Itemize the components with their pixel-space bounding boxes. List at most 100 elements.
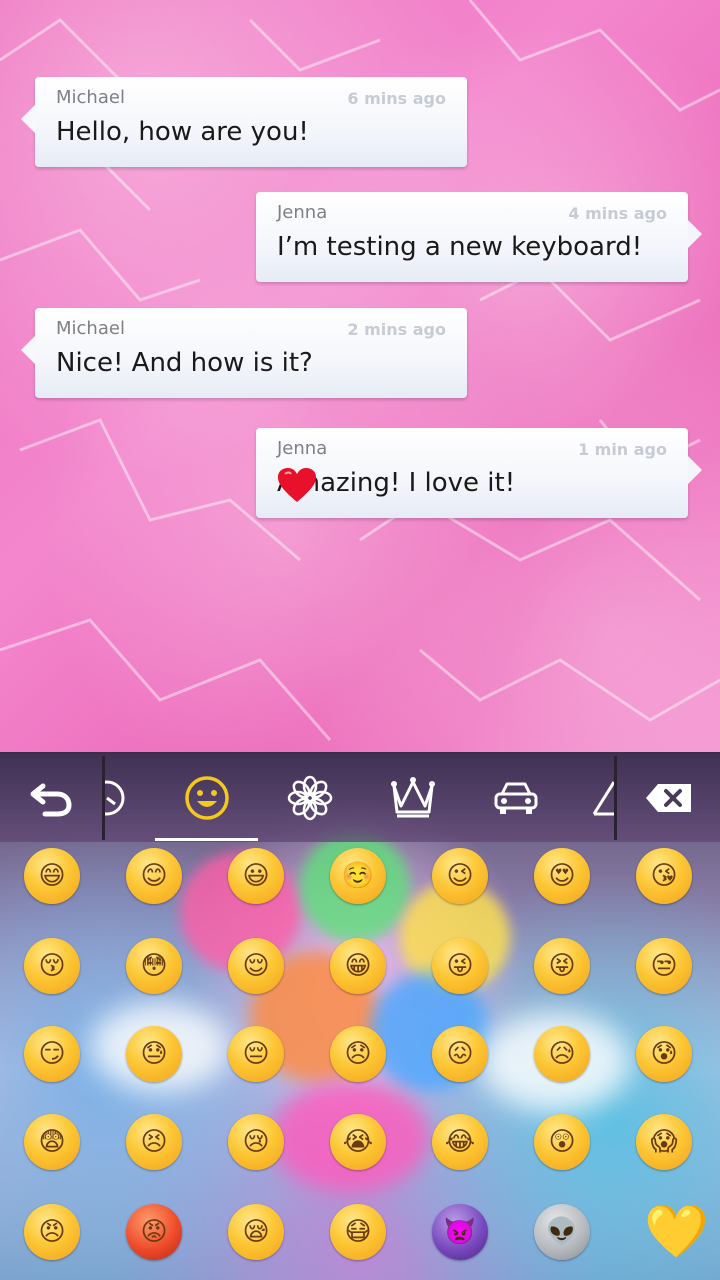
emoji-key[interactable]: 😨 [22, 1112, 82, 1172]
back-button[interactable] [0, 754, 102, 842]
emoji-glyph: 😨 [24, 1114, 80, 1170]
emoji-glyph: 👿 [432, 1204, 488, 1260]
emoji-char: 😝 [548, 951, 576, 981]
emoji-key[interactable]: 😃 [226, 846, 286, 906]
emoji-char: 😡 [140, 1217, 168, 1247]
emoji-char: 😊 [140, 861, 168, 891]
message-bubble[interactable]: Michael 2 mins ago Nice! And how is it? [21, 308, 467, 398]
emoji-char: 😄 [38, 861, 66, 891]
emoji-key[interactable]: 😂 [430, 1112, 490, 1172]
emoji-key[interactable]: 😞 [328, 1024, 388, 1084]
emoji-key[interactable]: 😰 [634, 1024, 694, 1084]
tab-recent[interactable] [105, 754, 127, 842]
emoji-key[interactable]: 😢 [226, 1112, 286, 1172]
emoji-char: 😔 [242, 1039, 270, 1069]
emoji-char: 😘 [650, 861, 678, 891]
emoji-key[interactable]: 😉 [430, 846, 490, 906]
emoji-glyph: 😪 [228, 1204, 284, 1260]
tab-nature[interactable] [258, 754, 361, 842]
emoji-glyph: 😚 [24, 938, 80, 994]
emoji-glyph: 😲 [534, 1114, 590, 1170]
emoji-key[interactable]: 😭 [328, 1112, 388, 1172]
emoji-key[interactable]: 😝 [532, 936, 592, 996]
emoji-glyph: 😍 [534, 848, 590, 904]
emoji-key[interactable]: 😌 [226, 936, 286, 996]
emoji-glyph: 😠 [24, 1204, 80, 1260]
emoji-glyph: 😝 [534, 938, 590, 994]
emoji-glyph: 😒 [636, 938, 692, 994]
delete-button[interactable] [617, 754, 720, 842]
emoji-key[interactable]: 😓 [124, 1024, 184, 1084]
emoji-char: 😠 [38, 1217, 66, 1247]
emoji-key[interactable]: 😪 [226, 1202, 286, 1262]
emoji-char: 😭 [342, 1127, 374, 1157]
tab-smileys[interactable] [155, 754, 258, 842]
emoji-key[interactable]: 😔 [226, 1024, 286, 1084]
emoji-key[interactable]: 😷 [328, 1202, 388, 1262]
emoji-glyph: 😥 [534, 1026, 590, 1082]
emoji-key[interactable]: 😒 [634, 936, 694, 996]
flower-icon [287, 775, 332, 821]
emoji-key[interactable]: 👽 [532, 1202, 592, 1262]
emoji-key[interactable]: 😣 [124, 1112, 184, 1172]
emoji-key[interactable]: 👿 [430, 1202, 490, 1262]
emoji-char: 😳 [140, 951, 168, 981]
emoji-key[interactable]: 😄 [22, 846, 82, 906]
emoji-char: 😂 [444, 1127, 476, 1157]
emoji-glyph: 😜 [432, 938, 488, 994]
emoji-glyph: 😉 [432, 848, 488, 904]
message-text: I’m testing a new keyboard! [277, 232, 643, 262]
message-sender: Jenna [277, 438, 328, 459]
emoji-char: 😲 [548, 1127, 576, 1157]
emoji-key[interactable]: 😳 [124, 936, 184, 996]
emoji-char: 😁 [344, 951, 372, 981]
emoji-char: 😚 [38, 951, 66, 981]
emoji-key[interactable]: 😁 [328, 936, 388, 996]
emoji-key[interactable]: 😍 [532, 846, 592, 906]
message-text: Nice! And how is it? [56, 348, 313, 378]
emoji-key[interactable]: 😥 [532, 1024, 592, 1084]
emoji-glyph: 💛 [644, 1202, 709, 1262]
emoji-key[interactable]: 😖 [430, 1024, 490, 1084]
tab-objects[interactable] [361, 754, 464, 842]
emoji-char: 😞 [344, 1039, 372, 1069]
emoji-glyph: 😢 [228, 1114, 284, 1170]
car-icon [494, 782, 537, 814]
emoji-char: 😌 [242, 951, 270, 981]
emoji-category-bar [0, 752, 720, 842]
tab-symbols[interactable] [590, 754, 614, 842]
message-sender: Michael [56, 87, 125, 108]
emoji-glyph: 😷 [330, 1204, 386, 1260]
message-time: 6 mins ago [347, 89, 446, 108]
emoji-glyph: 😭 [330, 1114, 386, 1170]
emoji-key[interactable]: 😚 [22, 936, 82, 996]
emoji-char: 😖 [446, 1039, 474, 1069]
message-bubble[interactable]: Jenna 4 mins ago I’m testing a new keybo… [256, 192, 702, 282]
backspace-icon [645, 784, 691, 812]
emoji-char: 😰 [650, 1039, 678, 1069]
emoji-key[interactable]: 😱 [634, 1112, 694, 1172]
emoji-key[interactable]: 😏 [22, 1024, 82, 1084]
message-time: 2 mins ago [347, 320, 446, 339]
message-bubble[interactable]: Michael 6 mins ago Hello, how are you! [21, 77, 467, 167]
emoji-glyph: 😏 [24, 1026, 80, 1082]
message-time: 1 min ago [577, 440, 667, 459]
emoji-char: 💛 [644, 1202, 709, 1262]
emoji-char: 👽 [545, 1217, 579, 1247]
message-bubble[interactable]: Jenna 1 min ago Amazing! I love it! [256, 428, 702, 518]
emoji-key[interactable]: 😊 [124, 846, 184, 906]
emoji-char: 😓 [140, 1039, 168, 1069]
emoji-char: 😷 [344, 1217, 372, 1247]
emoji-key[interactable]: 😘 [634, 846, 694, 906]
emoji-key[interactable]: ☺️ [328, 846, 388, 906]
tab-places[interactable] [464, 754, 567, 842]
emoji-key[interactable]: 😜 [430, 936, 490, 996]
emoji-glyph: 😣 [126, 1114, 182, 1170]
emoji-key[interactable]: 😲 [532, 1112, 592, 1172]
emoji-glyph: 😳 [126, 938, 182, 994]
emoji-key[interactable]: 😠 [22, 1202, 82, 1262]
message-time: 4 mins ago [568, 204, 667, 223]
emoji-key[interactable]: 💛 [634, 1202, 709, 1262]
emoji-key[interactable]: 😡 [124, 1202, 184, 1262]
emoji-char: 😃 [242, 861, 270, 891]
